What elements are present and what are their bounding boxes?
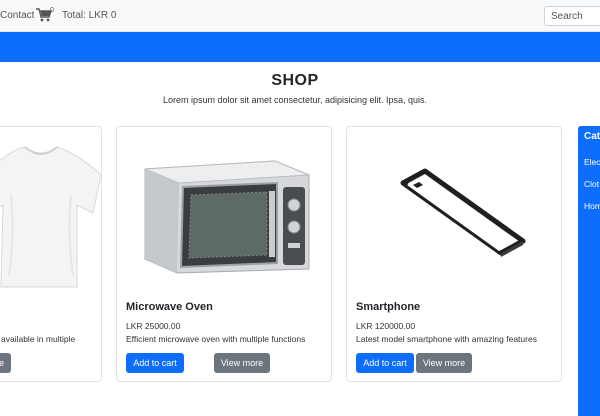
sidebar-item-home[interactable]: Hom <box>584 201 600 211</box>
hero-banner <box>0 32 600 62</box>
product-title: Smartphone <box>356 301 421 313</box>
product-description: Latest model smartphone with amazing fea… <box>356 334 537 344</box>
tshirt-image <box>0 135 101 290</box>
cart-total: Total: LKR 0 <box>62 10 117 21</box>
sidebar-item-electronics[interactable]: Elec <box>584 157 600 167</box>
add-to-cart-button[interactable]: Add to cart <box>356 353 414 373</box>
search-input[interactable] <box>544 6 600 26</box>
view-more-button[interactable]: e <box>0 353 11 373</box>
view-more-button[interactable]: View more <box>214 353 270 373</box>
smartphone-image <box>347 135 561 290</box>
nav-link-contact[interactable]: Contact <box>0 10 34 21</box>
product-price: LKR 120000.00 <box>356 321 416 331</box>
view-more-button[interactable]: View more <box>416 353 472 373</box>
page-title: SHOP <box>271 72 319 89</box>
navbar: Contact 0 Total: LKR 0 <box>0 0 600 32</box>
microwave-image <box>117 135 331 290</box>
cart-count-badge: 0 <box>50 7 54 14</box>
product-price: LKR 25000.00 <box>126 321 181 331</box>
sidebar-item-clothing[interactable]: Clot <box>584 179 599 189</box>
sidebar-title: Cat <box>584 131 600 142</box>
product-title: Microwave Oven <box>126 301 213 313</box>
product-card: Smartphone LKR 120000.00 Latest model sm… <box>346 126 562 382</box>
category-sidebar: Cat Elec Clot Hom <box>578 126 600 416</box>
page-subtitle: Lorem ipsum dolor sit amet consectetur, … <box>162 95 428 105</box>
product-card: Microwave Oven LKR 25000.00 Efficient mi… <box>116 126 332 382</box>
product-description: Efficient microwave oven with multiple f… <box>126 334 306 344</box>
product-description: available in multiple <box>1 334 76 344</box>
product-card: available in multiple e <box>0 126 102 382</box>
add-to-cart-button[interactable]: Add to cart <box>126 353 184 373</box>
